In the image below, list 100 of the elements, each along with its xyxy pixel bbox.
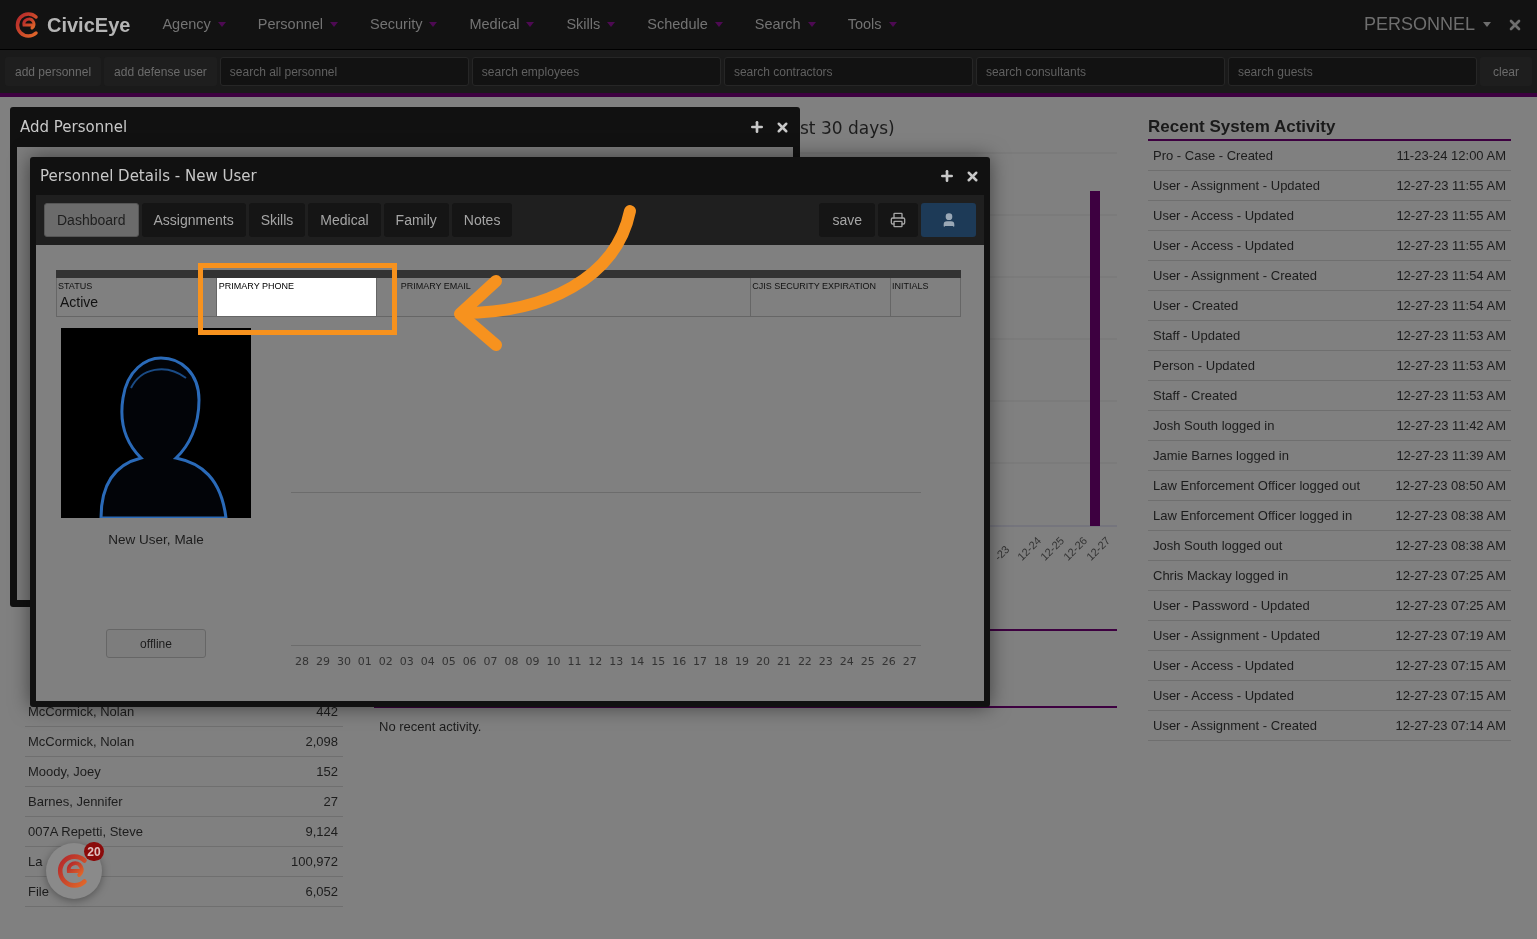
activity-event: User - Access - Updated — [1153, 236, 1294, 255]
search-field[interactable]: search consultants — [975, 57, 1225, 86]
nav-menu[interactable]: Agency — [152, 9, 236, 40]
activity-time: 12-27-23 07:19 AM — [1395, 626, 1506, 645]
caret-icon — [217, 22, 226, 27]
save-button[interactable]: save — [819, 203, 875, 237]
activity-time: 12-27-23 11:54 AM — [1396, 266, 1506, 285]
nav-menu[interactable]: Tools — [837, 9, 907, 40]
list-value: 6,052 — [305, 882, 338, 901]
tab[interactable]: Notes — [451, 203, 513, 237]
caret-icon — [429, 22, 438, 27]
list-value: 27 — [323, 792, 338, 811]
axis-label: 06 — [462, 654, 477, 670]
activity-event: Staff - Created — [1153, 386, 1238, 405]
clear-button[interactable]: clear — [1479, 57, 1532, 86]
activity-time: 12-27-23 08:50 AM — [1395, 476, 1506, 495]
activity-time: 12-27-23 11:55 AM — [1396, 176, 1506, 195]
search-field[interactable]: search employees — [471, 57, 721, 86]
axis-label: 20 — [755, 654, 770, 670]
search-field[interactable]: search contractors — [723, 57, 973, 86]
field-label: PRIMARY PHONE — [218, 280, 295, 292]
axis-label: 08 — [504, 654, 519, 670]
nav-menu[interactable]: Schedule — [637, 9, 733, 40]
print-button[interactable] — [878, 203, 918, 237]
field-value: Active — [59, 293, 99, 312]
activity-time: 12-27-23 07:25 AM — [1395, 566, 1506, 585]
list-value: 152 — [316, 762, 338, 781]
activity-time: 12-27-23 08:38 AM — [1395, 506, 1506, 525]
field-label: STATUS — [58, 280, 93, 292]
nav-menu[interactable]: Personnel — [247, 9, 349, 40]
tab[interactable]: Family — [383, 203, 449, 237]
search-field[interactable]: search guests — [1227, 57, 1477, 86]
expand-icon[interactable] — [939, 168, 955, 184]
printer-icon — [890, 212, 906, 228]
list-value: 9,124 — [305, 822, 338, 841]
list-name: 007A Repetti, Steve — [28, 822, 143, 841]
activity-time: 12-27-23 07:15 AM — [1395, 686, 1506, 705]
field-label: CJIS SECURITY EXPIRATION — [752, 280, 876, 292]
search-field[interactable]: search all personnel — [219, 57, 469, 86]
caret-icon — [1483, 22, 1491, 27]
tab[interactable]: Assignments — [141, 203, 246, 237]
toolbar-button[interactable]: add personnel — [5, 57, 102, 86]
activity-time: 12-27-23 11:54 AM — [1396, 296, 1506, 315]
axis-label: 24 — [839, 654, 854, 670]
axis-label: 07 — [483, 654, 498, 670]
axis-label: 25 — [860, 654, 875, 670]
nav-menu[interactable]: Medical — [459, 9, 545, 40]
caret-icon — [888, 22, 897, 27]
close-icon[interactable] — [775, 119, 790, 135]
list-name: La — [28, 852, 43, 871]
nav-menu[interactable]: Security — [360, 9, 448, 40]
list-name: McCormick, Nolan — [28, 702, 135, 721]
caret-icon — [607, 22, 616, 27]
activity-event: User - Assignment - Updated — [1153, 176, 1320, 195]
toolbar-button[interactable]: add defense user — [104, 57, 217, 86]
close-icon[interactable] — [965, 168, 980, 184]
caret-icon — [714, 22, 723, 27]
axis-label: -23 — [990, 542, 1013, 565]
axis-label: 15 — [651, 654, 666, 670]
axis-label: 04 — [420, 654, 435, 670]
notification-count: 20 — [84, 842, 104, 861]
list-value: 2,098 — [305, 732, 338, 751]
person-caption: New User, Male — [108, 531, 204, 549]
axis-label: 14 — [630, 654, 645, 670]
expand-icon[interactable] — [749, 119, 765, 135]
activity-time: 12-27-23 11:39 AM — [1396, 446, 1506, 465]
activity-event: Law Enforcement Officer logged out — [1153, 476, 1361, 495]
panel-title: Recent System Activity — [1148, 115, 1511, 141]
axis-label: 09 — [525, 654, 540, 670]
activity-event: Jamie Barnes logged in — [1153, 446, 1289, 465]
activity-time: 12-27-23 07:25 AM — [1395, 596, 1506, 615]
activity-time: 12-27-23 11:53 AM — [1396, 386, 1506, 405]
phone-field[interactable]: PRIMARY PHONE — [216, 278, 377, 316]
activity-event: User - Created — [1153, 296, 1239, 315]
field-label: PRIMARY EMAIL — [400, 280, 471, 292]
empty-message: No recent activity. — [378, 718, 483, 736]
axis-label: 12 — [588, 654, 603, 670]
window-title: Add Personnel — [20, 116, 128, 138]
activity-time: 12-27-23 11:53 AM — [1396, 326, 1506, 345]
list-value: 442 — [316, 702, 338, 721]
activity-event: Person - Updated — [1153, 356, 1255, 375]
context-menu[interactable]: PERSONNEL — [1363, 11, 1491, 38]
activity-event: User - Access - Updated — [1153, 686, 1294, 705]
brand-logo — [15, 11, 41, 38]
tab[interactable]: Medical — [308, 203, 381, 237]
caret-icon — [330, 22, 339, 27]
activity-time: 12-27-23 11:55 AM — [1396, 206, 1506, 225]
profile-button[interactable] — [921, 203, 976, 237]
axis-label: 05 — [441, 654, 456, 670]
nav-menu[interactable]: Search — [744, 9, 826, 40]
activity-time: 12-27-23 11:42 AM — [1396, 416, 1506, 435]
activity-event: User - Password - Updated — [1153, 596, 1310, 615]
nav-menu[interactable]: Skills — [556, 9, 626, 40]
activity-event: Law Enforcement Officer logged in — [1153, 506, 1353, 525]
activity-event: Chris Mackay logged in — [1153, 566, 1289, 585]
axis-label: 28 — [295, 654, 309, 670]
axis-label: 01 — [357, 654, 372, 670]
tab[interactable]: Dashboard — [44, 203, 139, 237]
status-button[interactable]: offline — [106, 629, 206, 659]
tab[interactable]: Skills — [248, 203, 306, 237]
